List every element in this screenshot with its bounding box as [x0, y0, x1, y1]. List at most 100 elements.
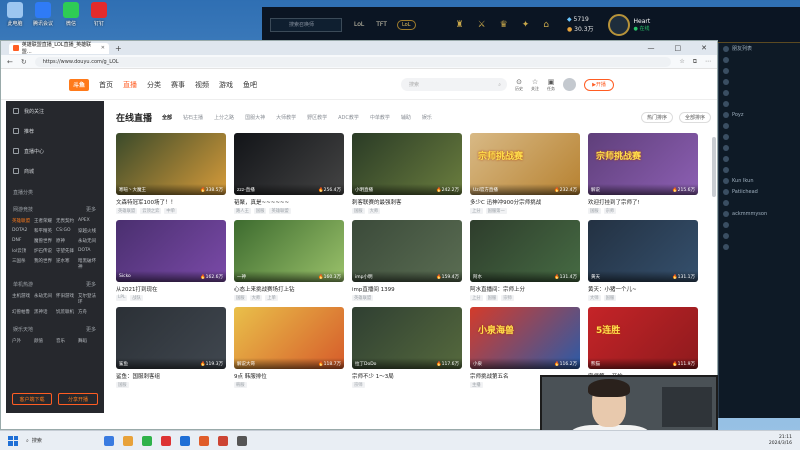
stream-tag[interactable]: 国服	[603, 295, 617, 301]
taskbar-clock[interactable]: 21:11 2024/3/16	[769, 435, 792, 447]
stream-title[interactable]: 宗师不少 1～3局	[352, 372, 462, 380]
desktop-icon[interactable]: 微信	[60, 2, 82, 27]
sidebar-game[interactable]: 饥荒联机	[56, 309, 76, 315]
taskbar-app-icon[interactable]	[198, 435, 209, 446]
nav-item[interactable]: 视频	[195, 80, 209, 90]
stream-card[interactable]: 宗师挑战赛 解说 🔥215.6万 欢迎打挂到了宗师了! 国服 宗师	[588, 133, 698, 214]
header-icon-button[interactable]: ☆ 关注	[531, 78, 539, 92]
user-avatar[interactable]	[563, 78, 576, 91]
sidebar-item[interactable]: 推荐	[6, 121, 104, 141]
header-icon-button[interactable]: ⊙ 历史	[515, 78, 523, 92]
stream-title[interactable]: 心态上来挑战赛场打上钻	[234, 285, 344, 293]
stream-tag[interactable]: 国服	[234, 295, 247, 301]
friend-item[interactable]: Poyz	[719, 109, 800, 120]
stream-card[interactable]: zzz-直播 🔥256.4万 韬聚，真是~~~~~~ 路人王 国服 英雄联盟	[234, 133, 344, 214]
taskbar-app-icon[interactable]	[179, 435, 190, 446]
friend-item[interactable]	[719, 98, 800, 109]
stream-thumbnail[interactable]: 5连胜 熊猫 🔥111.9万	[588, 307, 698, 369]
stream-tag[interactable]: 大师	[367, 208, 381, 214]
stream-tag[interactable]: 上分	[470, 295, 483, 301]
taskbar-app-icon[interactable]	[141, 435, 152, 446]
taskbar-app-icon[interactable]	[236, 435, 247, 446]
url-input[interactable]: https://www.douyu.com/g_LOL	[34, 56, 672, 67]
windows-start-icon[interactable]	[8, 435, 18, 446]
douyu-logo[interactable]: 斗鱼	[69, 78, 89, 91]
stream-title[interactable]: 阿水直播间：宗师上分	[470, 285, 580, 293]
filter-tab[interactable]: 娱乐	[422, 114, 432, 121]
friend-item[interactable]: Kun Ikun	[719, 175, 800, 186]
browser-menu-icon[interactable]: ⋯	[705, 58, 711, 65]
stream-title[interactable]: imp直播间 1399	[352, 285, 462, 293]
close-window-button[interactable]: ✕	[701, 44, 707, 52]
sidebar-game[interactable]: CS:GO	[56, 228, 76, 234]
stream-thumbnail[interactable]: 解说大哥 🔥118.7万	[234, 307, 344, 369]
player-profile[interactable]: Heart ● 在线	[607, 13, 650, 36]
sidebar-game[interactable]: DOTA	[78, 248, 98, 254]
nav-item[interactable]: 首页	[99, 80, 113, 90]
clash-icon[interactable]: ✦	[522, 20, 530, 30]
sidebar-item[interactable]: 商城	[6, 161, 104, 181]
stream-title[interactable]: 鲨鱼：国服刺客组	[116, 372, 226, 380]
sidebar-game[interactable]: 怀旧游戏	[56, 293, 76, 305]
nav-item[interactable]: 直播	[123, 80, 137, 90]
nav-item[interactable]: 分类	[147, 80, 161, 90]
lol-mode-lol[interactable]: LoL	[354, 21, 364, 28]
sidebar-game[interactable]: 三国杀	[12, 258, 32, 270]
stream-title[interactable]: 从2021打到现在	[116, 285, 226, 293]
friend-item[interactable]	[719, 120, 800, 131]
sidebar-game[interactable]: 炉石传说	[34, 248, 54, 254]
sidebar-game[interactable]: 黑神话	[34, 309, 54, 315]
stream-tag[interactable]: 国服第一	[485, 208, 507, 214]
stream-thumbnail[interactable]: 小明直播 🔥242.2万	[352, 133, 462, 195]
stream-title[interactable]: 黄天：小猪一个儿~	[588, 285, 698, 293]
stream-thumbnail[interactable]: 阿水 🔥131.4万	[470, 220, 580, 282]
sidebar-game[interactable]: 颜值	[34, 338, 54, 344]
sidebar-game[interactable]: 王者荣耀	[34, 218, 54, 224]
sidebar-game[interactable]: 守望先锋	[56, 248, 76, 254]
stream-tag[interactable]: 国服	[116, 382, 129, 388]
friend-item[interactable]	[719, 65, 800, 76]
browser-tab[interactable]: 英雄联盟直播_LOL直播_英雄联盟… ✕	[9, 42, 109, 55]
stream-thumbnail[interactable]: 寒暄丶大魔王 🔥338.5万	[116, 133, 226, 195]
friend-item[interactable]: ackmmmyson	[719, 208, 800, 219]
sidebar-game[interactable]: lol云顶	[12, 248, 32, 254]
stream-tag[interactable]: LPL	[116, 295, 128, 301]
friend-item[interactable]	[719, 197, 800, 208]
filter-tab[interactable]: 全部	[162, 114, 172, 121]
sidebar-game[interactable]: 音乐	[56, 338, 76, 344]
stream-card[interactable]: 拉丁DoDo 🔥117.6万 宗师不少 1～3局 宗师	[352, 307, 462, 388]
stream-tag[interactable]: 战队	[130, 295, 143, 301]
stream-title[interactable]: 刺客联赛的最强刺客	[352, 198, 462, 206]
stream-card[interactable]: 寒暄丶大魔王 🔥338.5万 文森特冠军100场了！！ 英雄联盟 云顶之弈 中单	[116, 133, 226, 214]
stream-tag[interactable]: 国服	[253, 208, 267, 214]
stream-tag[interactable]: 宗师	[603, 208, 617, 214]
sidebar-game[interactable]: 户外	[12, 338, 32, 344]
stream-card[interactable]: 阿水 🔥131.4万 阿水直播间：宗师上分 上分 国服 宗师	[470, 220, 580, 301]
filter-tab[interactable]: 中单教学	[370, 114, 390, 121]
new-tab-button[interactable]: +	[115, 44, 122, 53]
stream-card[interactable]: 小明直播 🔥242.2万 刺客联赛的最强刺客 国服 大师	[352, 133, 462, 214]
sidebar-game[interactable]: 幻兽帕鲁	[12, 309, 32, 315]
stream-tag[interactable]: 大师	[249, 295, 263, 301]
stream-tag[interactable]: 主播	[470, 382, 483, 388]
stream-thumbnail[interactable]: imp小明 🔥159.4万	[352, 220, 462, 282]
stream-card[interactable]: imp小明 🔥159.4万 imp直播间 1399 英雄联盟	[352, 220, 462, 301]
friend-item[interactable]	[719, 54, 800, 65]
sidebar-game[interactable]: 原神	[56, 238, 76, 244]
stream-tag[interactable]: 国服	[588, 208, 601, 214]
stream-card[interactable]: 黄天 🔥131.1万 黄天：小猪一个儿~ 大师 国服	[588, 220, 698, 301]
friend-item[interactable]	[719, 131, 800, 142]
stream-thumbnail[interactable]: 一神 🔥160.3万	[234, 220, 344, 282]
sidebar-game[interactable]: 逆水寒	[56, 258, 76, 270]
stream-tag[interactable]: 云顶之弈	[140, 208, 162, 214]
all-sort-button[interactable]: 全部排序	[678, 111, 711, 123]
store-icon[interactable]: ⌂	[543, 20, 549, 30]
taskbar-app-icon[interactable]	[217, 435, 228, 446]
crown-icon[interactable]: ♛	[500, 20, 508, 30]
friend-item[interactable]	[719, 164, 800, 175]
sidebar-item[interactable]: 我的关注	[6, 101, 104, 121]
sidebar-game[interactable]: 我的世界	[34, 258, 54, 270]
stream-tag[interactable]: 宗师	[352, 382, 365, 388]
stream-tag[interactable]: 中单	[164, 208, 177, 214]
taskbar-app-icon[interactable]	[122, 435, 133, 446]
